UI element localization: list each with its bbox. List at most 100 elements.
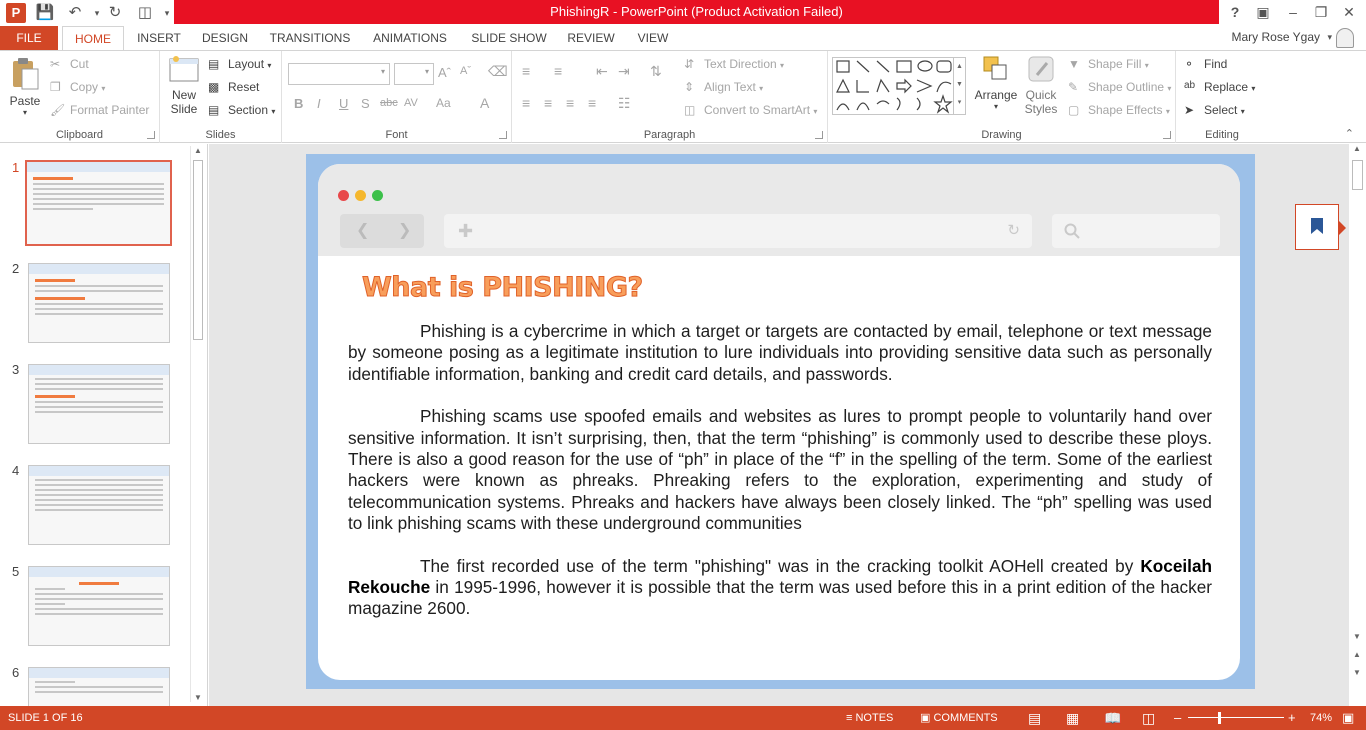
align-text-button[interactable]: ⇕ Align Text ▾ [684,80,763,96]
shape-effects-button[interactable]: ▢ Shape Effects ▾ [1068,103,1170,119]
normal-view-icon[interactable]: ▤ [1028,706,1041,730]
tab-review[interactable]: REVIEW [562,26,620,50]
repeat-icon[interactable]: ↻ [104,3,126,23]
fit-slide-icon[interactable]: ▣ [1342,706,1354,730]
undo-icon[interactable]: ↶ [64,3,86,23]
slide-thumbnail-1[interactable] [25,160,172,246]
avatar[interactable] [1336,28,1354,48]
shrink-font-icon[interactable]: Aˇ [460,65,471,77]
arrange-button[interactable]: Arrange ▾ [974,55,1018,111]
previous-slide-icon[interactable]: ▲ [1353,650,1361,659]
slide-title[interactable]: What is PHISHING? [362,272,644,304]
select-button[interactable]: ➤ Select ▾ [1184,103,1245,119]
minimize-icon[interactable]: – [1280,2,1306,22]
slideshow-view-icon[interactable]: ◫ [1142,706,1155,730]
ribbon-display-options-icon[interactable]: ▣ [1250,2,1276,22]
slide-thumbnail-6[interactable] [28,667,170,706]
justify-icon[interactable]: ≡ [588,95,596,111]
tab-design[interactable]: DESIGN [196,26,254,50]
bookmark-button[interactable] [1295,204,1346,250]
increase-indent-icon[interactable]: ⇥ [618,63,630,80]
new-slide-button[interactable]: New Slide [164,55,204,116]
current-slide[interactable]: ❮ ❯ ✚ ↻ What is PHISHING? Phishing is a … [306,154,1255,689]
paste-button[interactable]: Paste ▾ [6,57,44,117]
scroll-down-icon[interactable]: ▼ [194,693,202,702]
line-spacing-icon[interactable]: ⇅ [650,63,662,80]
start-slideshow-icon[interactable]: ◫ [134,3,156,23]
tab-insert[interactable]: INSERT [132,26,186,50]
zoom-in-icon[interactable]: + [1288,706,1296,730]
zoom-slider-thumb[interactable] [1218,712,1221,724]
slide-editing-canvas[interactable]: ❮ ❯ ✚ ↻ What is PHISHING? Phishing is a … [209,144,1348,706]
convert-smartart-button[interactable]: ◫ Convert to SmartArt ▾ [684,103,817,119]
font-family-select[interactable]: ▾ [288,63,390,85]
scroll-down-icon[interactable]: ▼ [1353,632,1361,641]
font-color-button[interactable]: A [480,95,489,111]
restore-icon[interactable]: ❐ [1308,2,1334,22]
find-button[interactable]: ⚬ Find [1184,57,1227,73]
slide-thumbnail-5[interactable] [28,566,170,646]
replace-button[interactable]: ab Replace ▾ [1184,80,1255,96]
font-dialog-launcher-icon[interactable] [499,131,507,139]
character-spacing-button[interactable]: AV [404,97,418,109]
slide-thumbnail-4[interactable] [28,465,170,545]
text-direction-button[interactable]: ⇵ Text Direction ▾ [684,57,784,73]
cut-button[interactable]: ✂ Cut [50,57,89,73]
columns-icon[interactable]: ☷ [618,95,631,112]
next-slide-icon[interactable]: ▼ [1353,668,1361,677]
align-center-icon[interactable]: ≡ [544,95,552,111]
copy-button[interactable]: ❐ Copy ▾ [50,80,105,96]
align-right-icon[interactable]: ≡ [566,95,574,111]
tab-transitions[interactable]: TRANSITIONS [266,26,354,50]
layout-button[interactable]: ▤ Layout ▾ [208,57,271,73]
shapes-gallery[interactable]: ▲ ▼ ▾ [832,57,966,115]
notes-button[interactable]: ≡ NOTES [846,706,893,730]
help-icon[interactable]: ? [1222,2,1248,22]
quick-styles-button[interactable]: Quick Styles [1020,55,1062,116]
format-painter-button[interactable]: 🖌 Format Painter [50,103,149,119]
clipboard-dialog-launcher-icon[interactable] [147,131,155,139]
tab-slide-show[interactable]: SLIDE SHOW [466,26,552,50]
canvas-scrollbar-thumb[interactable] [1352,160,1363,190]
section-button[interactable]: ▤ Section ▾ [208,103,275,119]
reset-button[interactable]: ▩ Reset [208,80,259,96]
thumbnail-scrollbar-thumb[interactable] [193,160,203,340]
slide-thumbnail-2[interactable] [28,263,170,343]
decrease-indent-icon[interactable]: ⇤ [596,63,608,80]
slide-body-text[interactable]: Phishing is a cybercrime in which a targ… [348,321,1212,641]
user-name[interactable]: Mary Rose Ygay [1232,30,1320,44]
tab-view[interactable]: VIEW [630,26,676,50]
paragraph-dialog-launcher-icon[interactable] [815,131,823,139]
paste-dropdown-icon[interactable]: ▾ [6,108,44,117]
tab-file[interactable]: FILE [0,26,58,50]
scroll-up-icon[interactable]: ▲ [194,146,202,155]
slide-sorter-icon[interactable]: ▦ [1066,706,1079,730]
numbering-icon[interactable]: ≡ [554,63,562,79]
zoom-level[interactable]: 74% [1310,706,1332,730]
strikethrough-button[interactable]: abc [380,97,398,109]
tab-animations[interactable]: ANIMATIONS [366,26,454,50]
underline-button[interactable]: U [339,96,348,111]
reading-view-icon[interactable]: 📖 [1104,706,1121,730]
collapse-ribbon-icon[interactable]: ⌃ [1345,127,1354,140]
canvas-scrollbar[interactable]: ▲ ▼ ▲ ▼ [1348,144,1366,706]
slide-thumbnail-3[interactable] [28,364,170,444]
comments-button[interactable]: ▣ COMMENTS [920,706,998,730]
text-shadow-button[interactable]: S [361,96,370,111]
zoom-slider-track[interactable] [1188,717,1284,718]
bullets-icon[interactable]: ≡ [522,63,530,79]
tab-home[interactable]: HOME [62,26,124,51]
close-icon[interactable]: ✕ [1336,2,1362,22]
user-dropdown-icon[interactable]: ▾ [1327,32,1332,43]
shape-fill-button[interactable]: ▼ Shape Fill ▾ [1068,57,1149,73]
scroll-up-icon[interactable]: ▲ [1353,144,1361,153]
shape-outline-button[interactable]: ✎ Shape Outline ▾ [1068,80,1171,96]
italic-button[interactable]: I [317,96,321,111]
font-size-select[interactable]: ▾ [394,63,434,85]
bold-button[interactable]: B [294,96,303,111]
zoom-out-icon[interactable]: – [1174,706,1181,730]
shapes-gallery-scroll-icon[interactable]: ▲ ▼ ▾ [953,58,965,114]
save-icon[interactable]: 💾 [34,3,56,23]
drawing-dialog-launcher-icon[interactable] [1163,131,1171,139]
align-left-icon[interactable]: ≡ [522,95,530,111]
